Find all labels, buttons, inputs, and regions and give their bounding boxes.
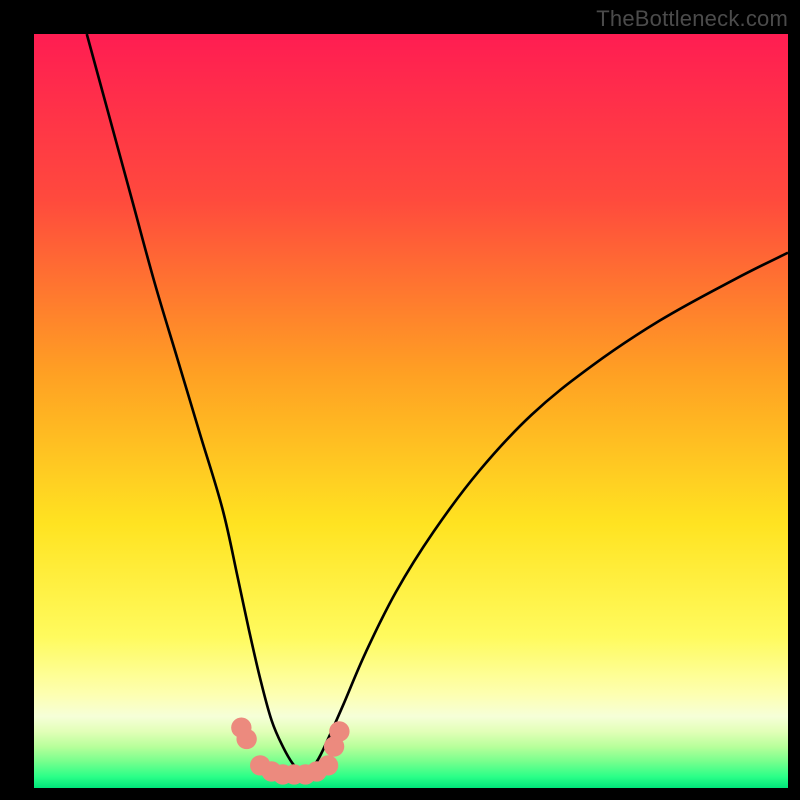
salmon-dots: [231, 718, 349, 785]
salmon-dot: [318, 755, 338, 775]
salmon-dot: [329, 721, 349, 741]
right-curve: [305, 253, 788, 773]
left-curve: [87, 34, 306, 773]
watermark-text: TheBottleneck.com: [596, 6, 788, 32]
curve-layer: [34, 34, 788, 788]
chart-frame: TheBottleneck.com: [0, 0, 800, 800]
salmon-dot: [236, 729, 256, 749]
plot-area: [34, 34, 788, 788]
